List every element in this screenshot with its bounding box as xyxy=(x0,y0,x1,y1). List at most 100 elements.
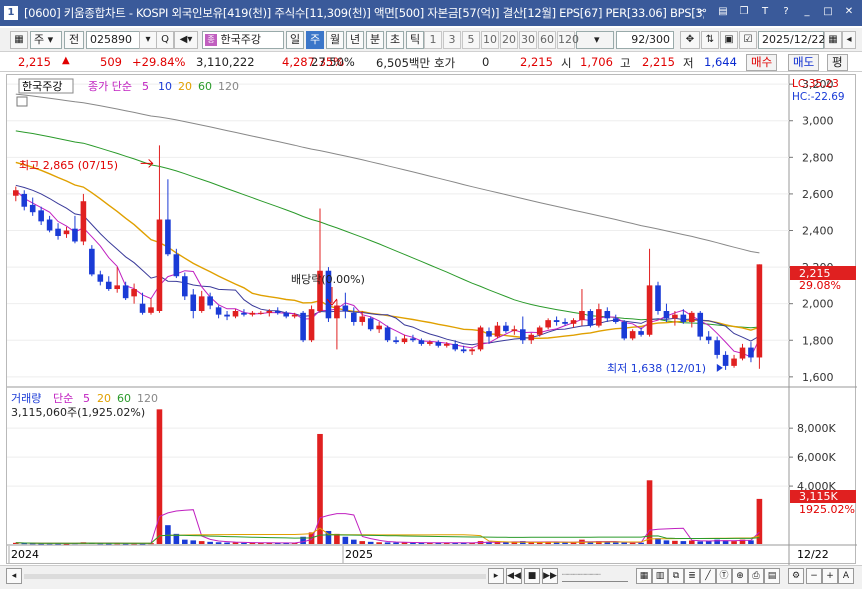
help-icon[interactable]: ? xyxy=(779,5,793,19)
candle-body[interactable] xyxy=(114,285,120,290)
forward-icon[interactable]: ▶▶ xyxy=(542,568,558,584)
period-button-5[interactable]: 초 xyxy=(386,31,404,49)
candle-body[interactable] xyxy=(21,193,28,207)
minus-icon[interactable]: − xyxy=(806,568,822,584)
period-button-3[interactable]: 년 xyxy=(346,31,364,49)
close-icon[interactable]: ✕ xyxy=(842,5,856,19)
candle-body[interactable] xyxy=(663,310,670,319)
volume-bar[interactable] xyxy=(359,541,366,544)
candle-body[interactable] xyxy=(55,228,61,236)
tile-icon[interactable]: ▤ xyxy=(716,5,730,19)
candle-body[interactable] xyxy=(443,343,450,346)
volume-bar[interactable] xyxy=(621,542,627,544)
panel-grid-icon[interactable] xyxy=(16,96,28,107)
save-icon[interactable]: ▣ xyxy=(720,31,738,49)
volume-bar[interactable] xyxy=(367,541,374,544)
volume-bar[interactable] xyxy=(629,542,636,544)
candle-body[interactable] xyxy=(139,303,146,313)
candle-body[interactable] xyxy=(300,312,306,341)
volume-bar[interactable] xyxy=(165,525,171,544)
candle-body[interactable] xyxy=(731,358,737,366)
interval-button-5[interactable]: 5 xyxy=(462,31,480,49)
candle-body[interactable] xyxy=(291,314,298,317)
volume-bar[interactable] xyxy=(376,542,382,544)
candle-body[interactable] xyxy=(528,334,535,341)
candle-body[interactable] xyxy=(697,312,704,337)
candle-body[interactable] xyxy=(165,219,171,255)
text-tool-icon[interactable]: Ⓣ xyxy=(716,568,732,584)
volume-bar[interactable] xyxy=(215,542,222,544)
volume-bar[interactable] xyxy=(503,542,509,544)
volume-bar[interactable] xyxy=(317,433,323,544)
scroll-left-icon[interactable]: ◂ xyxy=(6,568,22,584)
candle-body[interactable] xyxy=(503,325,509,332)
candle-body[interactable] xyxy=(748,347,754,358)
candle-body[interactable] xyxy=(596,309,602,326)
candle-body[interactable] xyxy=(156,219,163,311)
candle-body[interactable] xyxy=(553,320,560,322)
minimize-icon[interactable]: _ xyxy=(800,5,814,19)
candle-body[interactable] xyxy=(612,318,619,322)
candle-body[interactable] xyxy=(570,320,577,324)
candle-body[interactable] xyxy=(241,312,247,315)
candle-body[interactable] xyxy=(97,274,104,282)
candle-body[interactable] xyxy=(274,310,281,313)
candle-body[interactable] xyxy=(367,318,374,330)
candle-body[interactable] xyxy=(629,331,636,339)
volume-bar[interactable] xyxy=(241,542,247,544)
candle-body[interactable] xyxy=(722,354,729,366)
volume-bar[interactable] xyxy=(393,542,399,544)
stock-code-input[interactable]: 025890 xyxy=(86,31,140,49)
candle-body[interactable] xyxy=(604,310,611,319)
candle-body[interactable] xyxy=(486,331,492,337)
date-input[interactable]: 2025/12/22 xyxy=(758,31,825,49)
settings-icon[interactable]: ⚙ xyxy=(788,568,804,584)
candle-body[interactable] xyxy=(536,327,543,335)
prev-button[interactable]: 전 xyxy=(64,31,84,49)
volume-bar[interactable] xyxy=(190,540,197,544)
volume-bar[interactable] xyxy=(224,542,230,544)
calendar-icon[interactable]: ▦ xyxy=(824,31,842,49)
stop-icon[interactable]: ■ xyxy=(524,568,540,584)
rewind-icon[interactable]: ◀◀ xyxy=(506,568,522,584)
image-icon[interactable]: ▤ xyxy=(764,568,780,584)
candle-body[interactable] xyxy=(469,349,475,352)
indicator-icon[interactable]: ≣ xyxy=(684,568,700,584)
candle-body[interactable] xyxy=(190,294,197,311)
toolbar-more-icon[interactable]: ◂ xyxy=(842,31,856,49)
candle-body[interactable] xyxy=(232,310,239,317)
candle-body[interactable] xyxy=(105,281,112,290)
sound-icon[interactable]: ◀▾ xyxy=(174,31,198,49)
candle-body[interactable] xyxy=(266,310,273,313)
plus-icon[interactable]: + xyxy=(822,568,838,584)
volume-bar[interactable] xyxy=(689,540,695,544)
candle-body[interactable] xyxy=(705,336,712,341)
chart-area[interactable]: 3,2003,0002,8002,6002,4002,2002,0001,800… xyxy=(6,74,857,565)
candle-body[interactable] xyxy=(401,338,408,343)
flip-icon[interactable]: ⇅ xyxy=(701,31,719,49)
line-tool-icon[interactable]: ╱ xyxy=(700,568,716,584)
candle-body[interactable] xyxy=(80,201,87,242)
search-icon[interactable]: Q xyxy=(156,31,174,49)
dropdown-icon[interactable]: ▾ xyxy=(139,31,157,49)
candle-body[interactable] xyxy=(122,285,129,299)
period-button-1[interactable]: 주 xyxy=(306,31,324,49)
candle-body[interactable] xyxy=(376,325,382,330)
volume-bar[interactable] xyxy=(731,541,737,544)
volume-bar[interactable] xyxy=(198,541,205,544)
volume-bar[interactable] xyxy=(705,541,712,544)
candle-body[interactable] xyxy=(46,219,53,231)
candle-body[interactable] xyxy=(38,210,44,222)
volume-bar[interactable] xyxy=(342,536,349,544)
candle-body[interactable] xyxy=(638,331,644,335)
candle-body[interactable] xyxy=(342,305,349,311)
layout-icon[interactable]: ▦ xyxy=(636,568,652,584)
candle-body[interactable] xyxy=(689,312,695,322)
candle-body[interactable] xyxy=(460,349,467,352)
calendar-check-icon[interactable]: ☑ xyxy=(739,31,757,49)
data-count-field[interactable]: 92/300 xyxy=(616,31,674,49)
candle-body[interactable] xyxy=(672,314,678,319)
interval-button-30[interactable]: 30 xyxy=(519,31,537,49)
candle-body[interactable] xyxy=(646,285,653,335)
candle-body[interactable] xyxy=(621,321,627,339)
